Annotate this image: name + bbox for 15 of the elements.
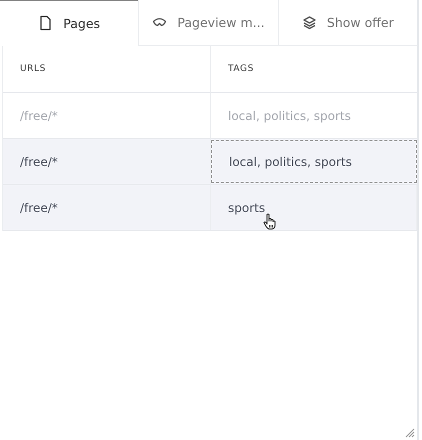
column-header: TAGS (227, 63, 255, 76)
table-cell-text: local, politics, sports (227, 108, 352, 124)
resize-grip-icon[interactable] (403, 426, 415, 438)
hand-cursor-icon (263, 213, 277, 230)
table-cell: /free/* (3, 139, 211, 184)
tab[interactable]: Pageview m... (138, 0, 278, 46)
tab[interactable]: Show offer (278, 0, 417, 46)
page-icon (38, 15, 54, 31)
table-row[interactable]: /free/* sports (3, 185, 417, 231)
column-header: URLS (3, 46, 211, 92)
table-cell: /free/* (3, 185, 211, 230)
table-cell: local, politics, sports (211, 140, 417, 183)
layers-icon (302, 14, 317, 30)
table-row[interactable]: /free/* local, politics, sports (3, 139, 417, 185)
table-cell: /free/* (3, 93, 211, 138)
